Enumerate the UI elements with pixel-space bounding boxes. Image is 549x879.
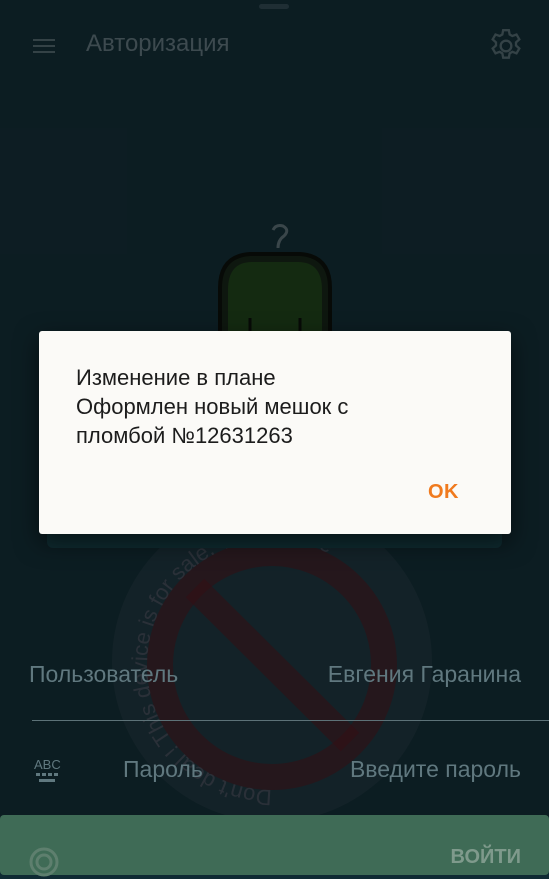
user-label: Пользователь <box>29 661 179 687</box>
svg-text:ABC: ABC <box>34 757 61 772</box>
ok-button[interactable]: OK <box>428 481 459 504</box>
dialog-message: Изменение в плане Оформлен новый мешок с… <box>76 365 349 448</box>
alert-dialog: Изменение в плане Оформлен новый мешок с… <box>39 331 511 534</box>
login-button-label: ВОЙТИ <box>450 846 521 868</box>
divider <box>32 720 549 721</box>
fingerprint-icon <box>29 847 59 877</box>
password-input[interactable]: Введите пароль <box>350 756 521 783</box>
login-button[interactable]: ВОЙТИ <box>0 815 549 877</box>
password-label: Пароль <box>123 756 203 782</box>
abc-keyboard-icon[interactable]: ABC <box>33 756 65 786</box>
user-select[interactable]: Евгения Гаранина <box>328 661 521 688</box>
